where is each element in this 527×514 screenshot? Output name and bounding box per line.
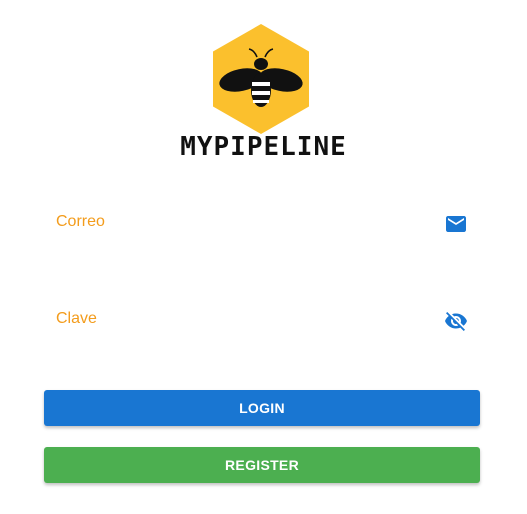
app-logo: MYPIPELINE	[0, 0, 527, 170]
password-field[interactable]: Clave	[44, 296, 480, 346]
email-field[interactable]: Correo	[44, 199, 480, 249]
eye-off-icon[interactable]	[444, 309, 468, 333]
email-field-label: Correo	[56, 213, 105, 230]
password-field-label: Clave	[56, 310, 97, 327]
register-button[interactable]: REGISTER	[44, 447, 480, 483]
envelope-icon[interactable]	[444, 212, 468, 236]
bee-hexagon-logo-icon	[213, 24, 309, 134]
logo-wordmark: MYPIPELINE	[180, 132, 347, 162]
login-button[interactable]: LOGIN	[44, 390, 480, 426]
